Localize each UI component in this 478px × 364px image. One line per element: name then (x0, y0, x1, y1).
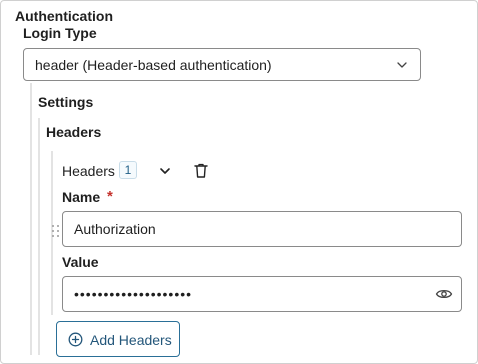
drag-handle-icon[interactable] (51, 224, 61, 240)
add-headers-button[interactable]: Add Headers (56, 321, 180, 357)
required-indicator: * (107, 188, 113, 205)
auth-panel: Authentication Login Type header (Header… (0, 0, 478, 364)
settings-label: Settings (38, 94, 94, 110)
trash-icon[interactable] (193, 162, 209, 179)
login-type-value: header (Header-based authentication) (35, 57, 272, 73)
value-field-label: Value (62, 254, 99, 270)
login-type-label: Login Type (23, 25, 97, 41)
chevron-down-icon[interactable] (157, 163, 173, 179)
eye-icon[interactable] (435, 286, 453, 302)
nesting-guide (30, 83, 32, 355)
section-title: Authentication (15, 8, 113, 24)
headers-label: Headers (46, 124, 102, 140)
name-field-label: Name (62, 189, 101, 205)
nesting-guide (38, 118, 40, 355)
header-value-input[interactable] (62, 276, 462, 312)
header-name-input[interactable] (62, 211, 462, 247)
header-item-title: Headers (62, 163, 115, 179)
plus-circle-icon (68, 332, 83, 347)
login-type-select[interactable]: header (Header-based authentication) (23, 48, 421, 81)
count-badge: 1 (119, 161, 137, 179)
chevron-down-icon (397, 62, 407, 68)
add-headers-label: Add Headers (90, 332, 172, 348)
